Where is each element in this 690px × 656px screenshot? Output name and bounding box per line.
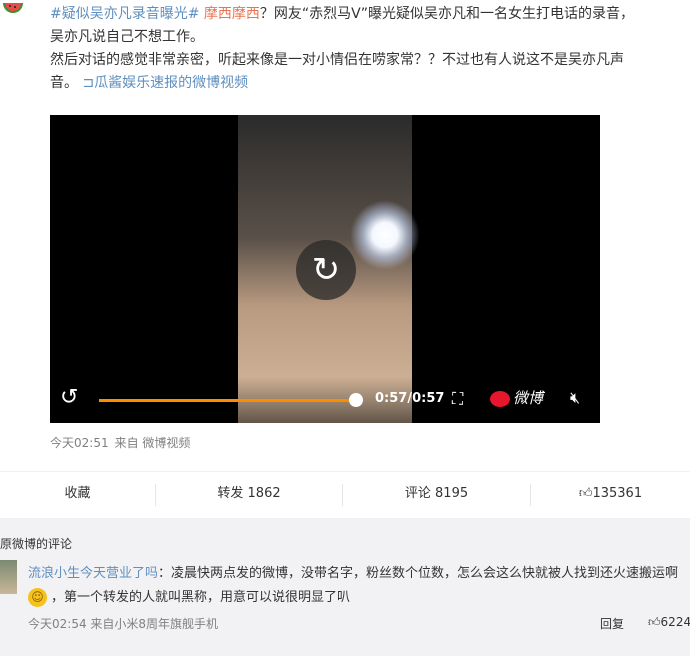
post-text-line3: 然后对话的感觉非常亲密，听起来像是一对小情侣在唠家常？？不过也有人说这不是吴亦凡… [50,52,624,68]
post-text: #疑似吴亦凡录音曝光# 摩西摩西？网友“赤烈马V”曝光疑似吴亦凡和一名女生打电话… [50,3,690,95]
comment-time: 今天02:54 [28,617,87,631]
mute-icon[interactable]: 🔇︎ [570,388,580,408]
video-controls: ↺ 0:57/0:57 ⛶ 微博 🔇︎ [50,377,600,423]
comment-label: 评论 8195 [404,486,469,501]
post-time[interactable]: 今天02:51 [50,436,109,450]
favorite-label: 收藏 [64,486,91,501]
commenter-name[interactable]: 流浪小生今天营业了吗 [28,566,158,581]
commenter-avatar[interactable] [0,560,17,594]
comment-text-continued: ☺ ，第一个转发的人就叫黑称，用意可以说很明显了叭 [28,586,350,607]
favorite-button[interactable]: 收藏 [0,472,155,516]
progress-knob[interactable] [349,393,363,407]
comment-text: 流浪小生今天营业了吗：凌晨快两点发的微博，没带名字，粉丝数个位数，怎么会这么快就… [28,562,678,581]
action-bar: 收藏 转发 1862 评论 8195 👍︎135361 [0,471,690,516]
video-source-label: 瓜酱娱乐速报的微博视频 [94,75,249,91]
thumbs-up-icon: 👍︎ [578,486,593,501]
repost-label: 转发 1862 [217,486,281,501]
weibo-brand-label: 微博 [513,389,544,407]
repost-button[interactable]: 转发 1862 [156,472,342,516]
post-meta: 今天02:51 来自 微博视频 [50,434,190,451]
post-text-line4: 音。 [50,75,78,91]
video-light-glare [350,200,420,270]
fullscreen-icon[interactable]: ⛶ [452,389,463,409]
video-source-link[interactable]: ⊐瓜酱娱乐速报的微博视频 [82,75,248,91]
watermelon-avatar-icon[interactable] [2,0,24,18]
comment-like-count: 6224 [660,615,690,629]
comment-source: 来自小米8周年旗舰手机 [90,617,219,631]
post-text-line1: ？网友“赤烈马V”曝光疑似吴亦凡和一名女生打电话的录音， [259,6,635,22]
mention-user-link[interactable]: 摩西摩西 [204,6,260,22]
tongue-emoji-icon: ☺ [28,588,47,607]
comments-section: 原微博的评论 流浪小生今天营业了吗：凌晨快两点发的微博，没带名字，粉丝数个位数，… [0,518,690,656]
replay-icon[interactable]: ↺ [60,385,78,410]
reply-button[interactable]: 回复 [600,615,624,632]
like-count: 135361 [592,486,643,501]
hashtag-link[interactable]: #疑似吴亦凡录音曝光# [50,6,199,22]
replay-big-icon[interactable]: ↻ [296,240,356,300]
comment-thumbs-up-icon: 👍︎ [648,615,661,629]
comment-button[interactable]: 评论 8195 [343,472,530,516]
comment-like-button[interactable]: 👍︎6224 [648,615,690,630]
video-player[interactable]: ↻ ↺ 0:57/0:57 ⛶ 微博 🔇︎ [50,115,600,423]
weibo-brand: 微博 [490,387,543,408]
post-text-line2: 吴亦凡说自己不想工作。 [50,29,204,45]
post-source[interactable]: 来自 微博视频 [115,436,191,450]
weibo-post: #疑似吴亦凡录音曝光# 摩西摩西？网友“赤烈马V”曝光疑似吴亦凡和一名女生打电话… [0,0,690,470]
video-time: 0:57/0:57 [375,391,445,406]
comment-text-line2: ，第一个转发的人就叫黑称，用意可以说很明显了叭 [51,590,351,605]
comments-title: 原微博的评论 [0,537,73,551]
progress-bar[interactable] [99,399,355,402]
video-link-icon: ⊐ [82,75,95,91]
weibo-logo-icon [490,390,510,407]
comment-text-line1: ：凌晨快两点发的微博，没带名字，粉丝数个位数，怎么会这么快就被人找到还火速搬运啊 [158,566,679,581]
comment-meta: 今天02:54 来自小米8周年旗舰手机 [28,615,218,632]
like-button[interactable]: 👍︎135361 [531,472,690,516]
